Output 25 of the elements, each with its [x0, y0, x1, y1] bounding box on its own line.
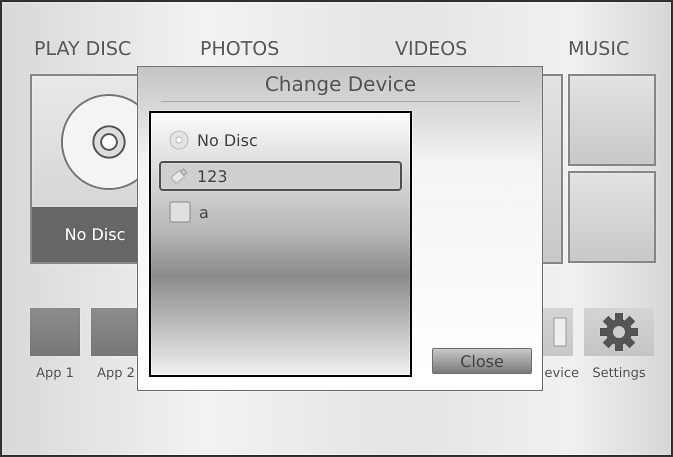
section-title: MUSIC — [568, 38, 630, 62]
music-tile[interactable] — [568, 74, 656, 166]
device-item[interactable]: 123 — [159, 161, 402, 191]
drive-icon — [169, 201, 191, 223]
usb-stick-icon — [169, 166, 189, 186]
device-label: 123 — [197, 166, 228, 186]
app-label: Settings — [592, 366, 646, 381]
app-label: evice — [544, 366, 579, 381]
settings-tile[interactable] — [584, 308, 654, 356]
close-button[interactable]: Close — [432, 348, 532, 374]
app-label: App 1 — [36, 366, 74, 381]
dialog-title: Change Device — [161, 67, 520, 102]
music-tile[interactable] — [568, 171, 656, 263]
section-title: PLAY DISC — [33, 38, 132, 62]
device-icon — [553, 317, 567, 347]
device-item[interactable]: No Disc — [159, 125, 402, 155]
device-label: a — [199, 202, 209, 222]
device-item[interactable]: a — [159, 197, 402, 227]
settings-icon — [599, 312, 639, 352]
device-label: No Disc — [197, 130, 258, 150]
section-title: VIDEOS — [394, 38, 468, 62]
app-label: App 2 — [97, 366, 135, 381]
disc-icon — [169, 130, 189, 150]
app-tile[interactable] — [30, 308, 80, 356]
section-title: PHOTOS — [199, 38, 280, 62]
